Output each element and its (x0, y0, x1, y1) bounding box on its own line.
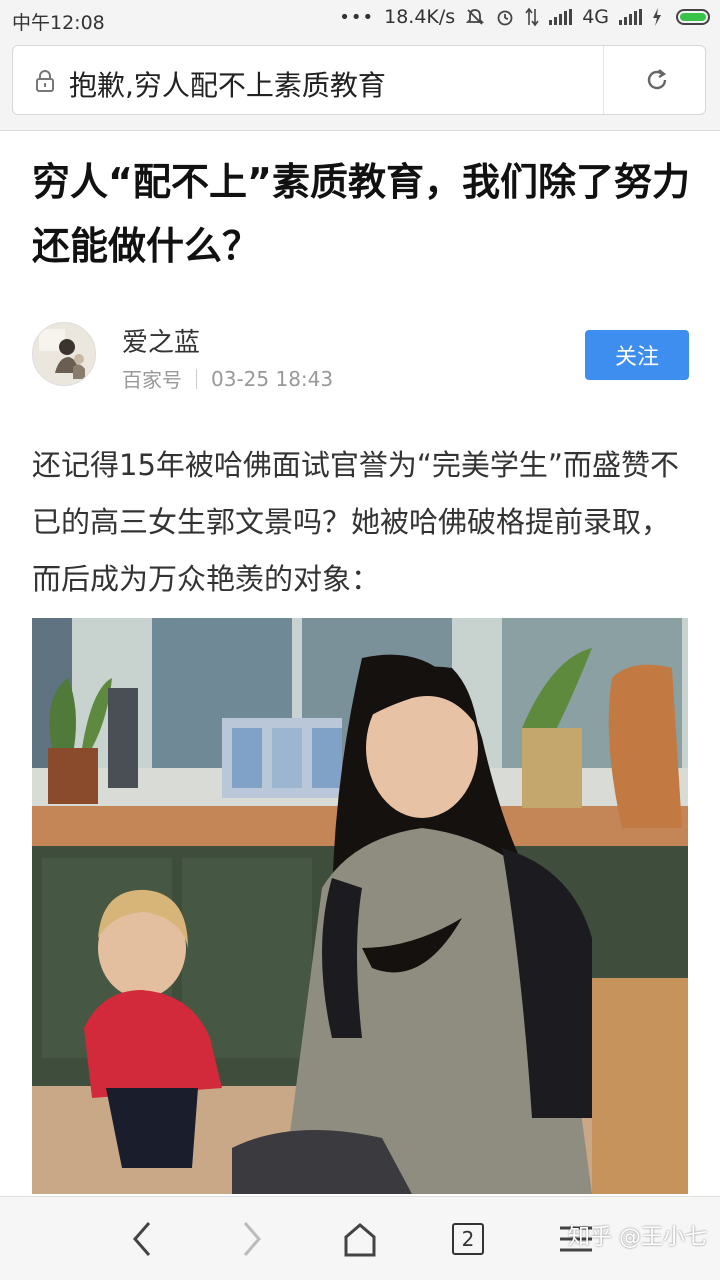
status-time: 中午12:08 (12, 12, 105, 34)
tabs-icon: 2 (452, 1223, 484, 1255)
article-photo[interactable] (32, 618, 688, 1194)
status-right: ••• 18.4K/s 4G (339, 6, 710, 28)
page-title-in-address-bar: 抱歉,穷人配不上素质教育 (69, 69, 386, 102)
publish-time: 03-25 18:43 (211, 366, 334, 391)
network-type: 4G (582, 6, 609, 28)
signal-icon (549, 9, 573, 25)
reload-icon[interactable] (643, 66, 671, 98)
network-speed: 18.4K/s (384, 6, 456, 28)
author-meta: 百家号 03-25 18:43 (122, 364, 333, 393)
follow-button[interactable]: 关注 (585, 330, 689, 380)
tabs-button[interactable]: 2 (446, 1217, 490, 1261)
battery-icon (676, 9, 710, 25)
status-bar: 中午12:08 ••• 18.4K/s 4G (0, 0, 720, 38)
bottom-navigation: 2 知乎 @王小七 (0, 1196, 720, 1280)
avatar[interactable] (32, 322, 96, 386)
address-divider (603, 46, 604, 114)
lock-icon (35, 69, 55, 97)
article-paragraph: 还记得15年被哈佛面试官誉为“完美学生”而盛赞不已的高三女生郭文景吗？她被哈佛破… (32, 448, 679, 596)
author-name[interactable]: 爱之蓝 (122, 322, 200, 359)
mute-icon (465, 7, 485, 27)
meta-divider (196, 368, 197, 389)
alarm-icon (495, 7, 515, 27)
charging-icon (652, 8, 662, 26)
dots-icon: ••• (339, 6, 375, 28)
article-title: 穷人“配不上”素质教育，我们除了努力还能做什么？ (32, 160, 690, 268)
watermark: 知乎 @王小七 (568, 1225, 707, 1250)
signal-icon-2 (619, 9, 642, 25)
back-icon[interactable] (120, 1217, 164, 1261)
browser-toolbar: 抱歉,穷人配不上素质教育 (0, 38, 720, 131)
forward-icon[interactable] (230, 1217, 274, 1261)
photo-illustration (32, 618, 688, 1194)
author-source: 百家号 (122, 368, 182, 392)
data-transfer-icon (525, 7, 539, 27)
page: 中午12:08 ••• 18.4K/s 4G 抱歉,穷人配不上素质教育 穷人“配… (0, 0, 720, 1280)
home-icon[interactable] (338, 1217, 382, 1261)
address-bar[interactable]: 抱歉,穷人配不上素质教育 (12, 45, 706, 115)
